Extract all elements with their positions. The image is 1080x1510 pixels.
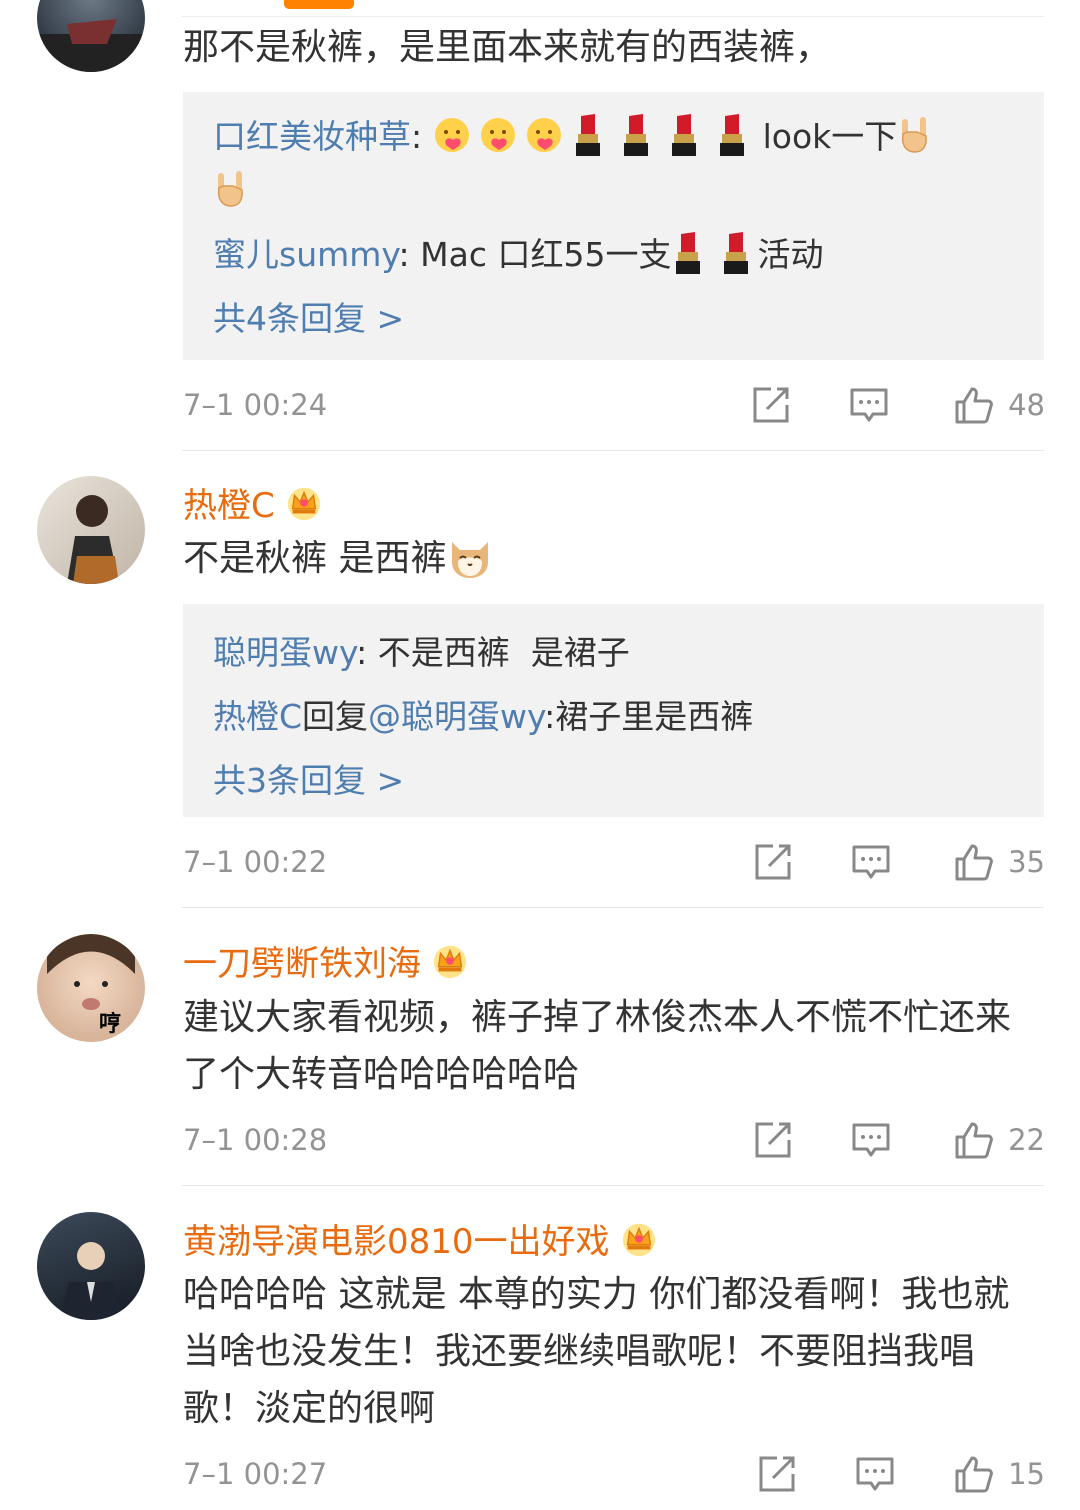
share-icon[interactable] (753, 1120, 793, 1160)
avatar[interactable] (37, 0, 145, 72)
like-icon (954, 1454, 994, 1494)
like-icon (954, 842, 994, 882)
avatar-image (47, 934, 135, 1010)
reply-item[interactable]: 聪明蛋wy: 不是西裤 是裙子 (213, 626, 630, 674)
reply-text: 裙子里是西裤 (555, 697, 754, 736)
reply-text: Mac 口红55一支 (420, 235, 672, 274)
divider (182, 1185, 1044, 1186)
reply-item[interactable]: 蜜儿summy: Mac 口红55一支 活动 (213, 228, 823, 276)
reply-item[interactable]: 热橙C回复@聪明蛋wy:裙子里是西裤 (213, 690, 753, 738)
lipstick-emoji-icon (671, 230, 705, 274)
comment-icon[interactable] (849, 385, 889, 425)
lipstick-emoji-icon (715, 112, 749, 156)
crown-badge-icon (285, 484, 323, 522)
lipstick-emoji-icon (619, 112, 653, 156)
avatar-image (37, 19, 145, 72)
divider (182, 450, 1044, 451)
timestamp: 7–1 00:27 (183, 1457, 328, 1491)
reply-box[interactable]: 口红美妆种草: look一下 蜜儿summy: Mac 口红55一支 活动 共4条… (183, 92, 1044, 360)
like-button[interactable]: 22 (954, 1118, 1045, 1162)
share-icon[interactable] (751, 385, 791, 425)
comment-icon[interactable] (855, 1454, 895, 1494)
like-icon (954, 385, 994, 425)
mention-link[interactable]: @聪明蛋wy (368, 697, 544, 736)
divider (182, 907, 1044, 908)
cat-emoji-icon (446, 532, 494, 580)
like-count: 22 (1008, 1123, 1045, 1157)
rock-hand-emoji-icon (897, 116, 931, 154)
face-emoji-icon (479, 116, 517, 154)
crown-badge-icon (620, 1220, 658, 1258)
divider (182, 16, 1044, 17)
like-button[interactable]: 15 (954, 1452, 1045, 1496)
reply-username[interactable]: 热橙C (213, 697, 302, 736)
username[interactable]: 热橙C (183, 478, 323, 527)
reply-item[interactable]: 口红美妆种草: look一下 (213, 110, 931, 158)
lipstick-emoji-icon (571, 112, 605, 156)
more-replies-link[interactable]: 共4条回复 > (213, 292, 404, 340)
lipstick-emoji-icon (667, 112, 701, 156)
rock-hand-emoji-icon (213, 170, 247, 208)
comment-text: 哈哈哈哈 这就是 本尊的实力 你们都没看啊！我也就当啥也没发生！我还要继续唱歌呢… (183, 1274, 1010, 1429)
like-count: 15 (1008, 1457, 1045, 1491)
comment-text: 那不是秋裤，是里面本来就有的西装裤， (183, 27, 832, 68)
comment-text: 不是秋裤 是西裤 (183, 530, 1045, 587)
face-emoji-icon (433, 116, 471, 154)
share-icon[interactable] (757, 1454, 797, 1494)
more-replies-link[interactable]: 共3条回复 > (213, 754, 404, 802)
comment-icon[interactable] (851, 1120, 891, 1160)
like-count: 35 (1008, 845, 1045, 879)
timestamp: 7–1 00:24 (183, 388, 328, 422)
comment-text: 建议大家看视频，裤子掉了林俊杰本人不慌不忙还来了个大转音哈哈哈哈哈哈 (183, 997, 1012, 1095)
like-button[interactable]: 35 (954, 840, 1045, 884)
like-icon (954, 1120, 994, 1160)
share-icon[interactable] (753, 842, 793, 882)
comment-meta: 7–1 00:22 35 (183, 840, 1045, 884)
comment-icon[interactable] (851, 842, 891, 882)
reply-text-tail: 活动 (757, 235, 824, 274)
reply-username[interactable]: 口红美妆种草 (213, 117, 411, 156)
reply-username[interactable]: 聪明蛋wy (213, 633, 356, 672)
reply-text: 不是西裤 是裙子 (377, 633, 630, 672)
username[interactable]: 黄渤导演电影0810一出好戏 (183, 1214, 658, 1263)
avatar[interactable]: 哼 (37, 934, 145, 1042)
reply-text: look一下 (762, 117, 898, 156)
avatar-image (59, 1242, 123, 1320)
comment-meta: 7–1 00:28 22 (183, 1118, 1045, 1162)
avatar-caption: 哼 (99, 1012, 122, 1037)
avatar[interactable] (37, 1212, 145, 1320)
reply-username[interactable]: 蜜儿summy (213, 235, 399, 274)
like-count: 48 (1008, 388, 1045, 422)
timestamp: 7–1 00:28 (183, 1123, 328, 1157)
username[interactable]: 一刀劈断铁刘海 (183, 936, 469, 985)
active-tab-indicator (284, 0, 354, 9)
timestamp: 7–1 00:22 (183, 845, 328, 879)
crown-badge-icon (431, 942, 469, 980)
like-button[interactable]: 48 (954, 383, 1045, 427)
avatar-image (67, 495, 119, 584)
lipstick-emoji-icon (719, 230, 753, 274)
reply-box[interactable]: 聪明蛋wy: 不是西裤 是裙子 热橙C回复@聪明蛋wy:裙子里是西裤 共3条回复… (183, 604, 1044, 817)
reply-item-continued (213, 170, 247, 210)
comment-meta: 7–1 00:24 48 (183, 383, 1045, 427)
avatar[interactable] (37, 476, 145, 584)
face-emoji-icon (525, 116, 563, 154)
comment-meta: 7–1 00:27 15 (183, 1452, 1045, 1496)
